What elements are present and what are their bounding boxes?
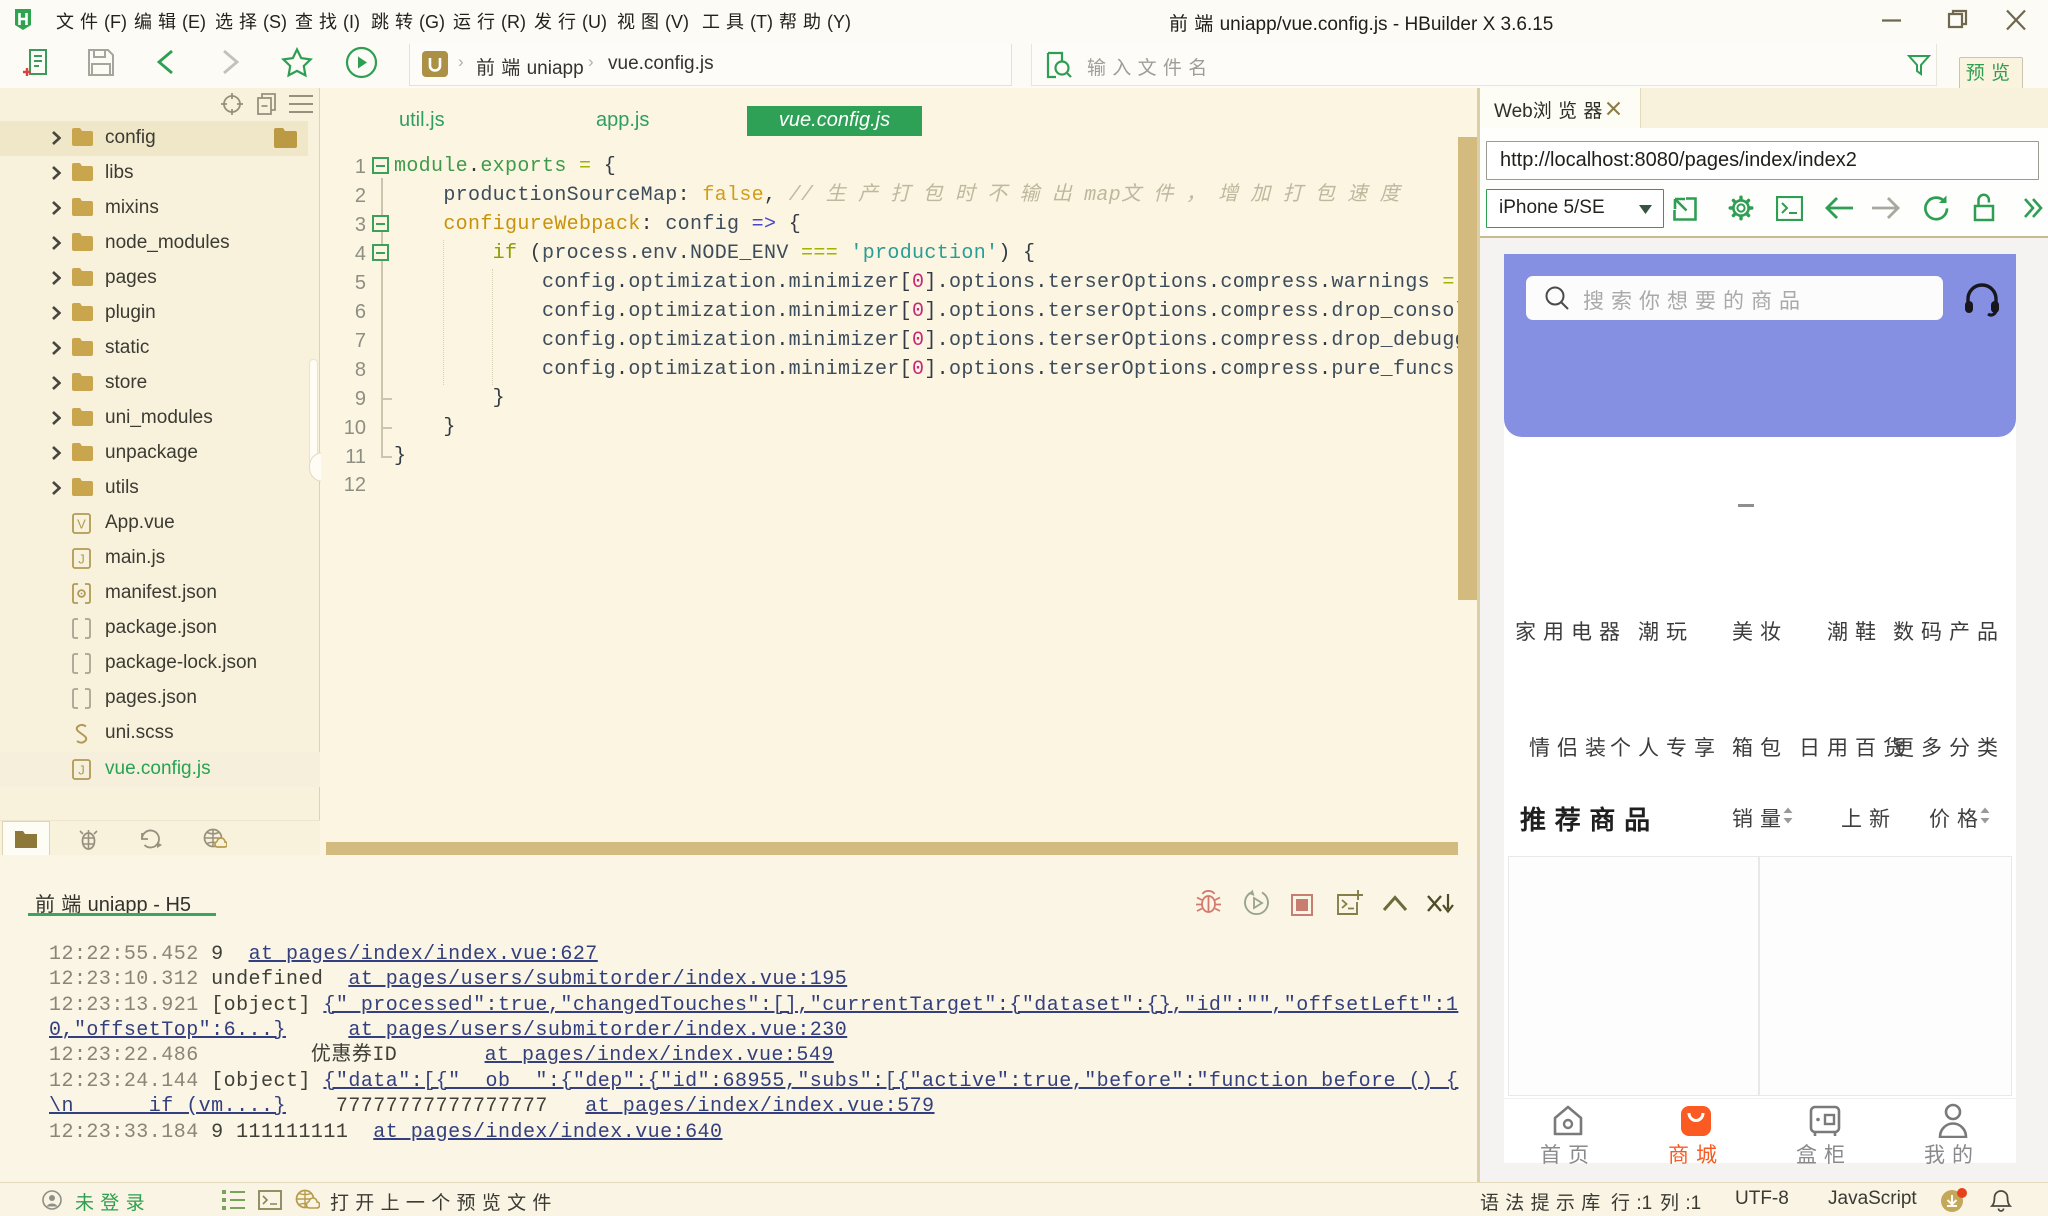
svg-text:J: J	[78, 763, 85, 778]
svg-text:J: J	[78, 552, 85, 567]
svg-text:V: V	[77, 517, 86, 532]
